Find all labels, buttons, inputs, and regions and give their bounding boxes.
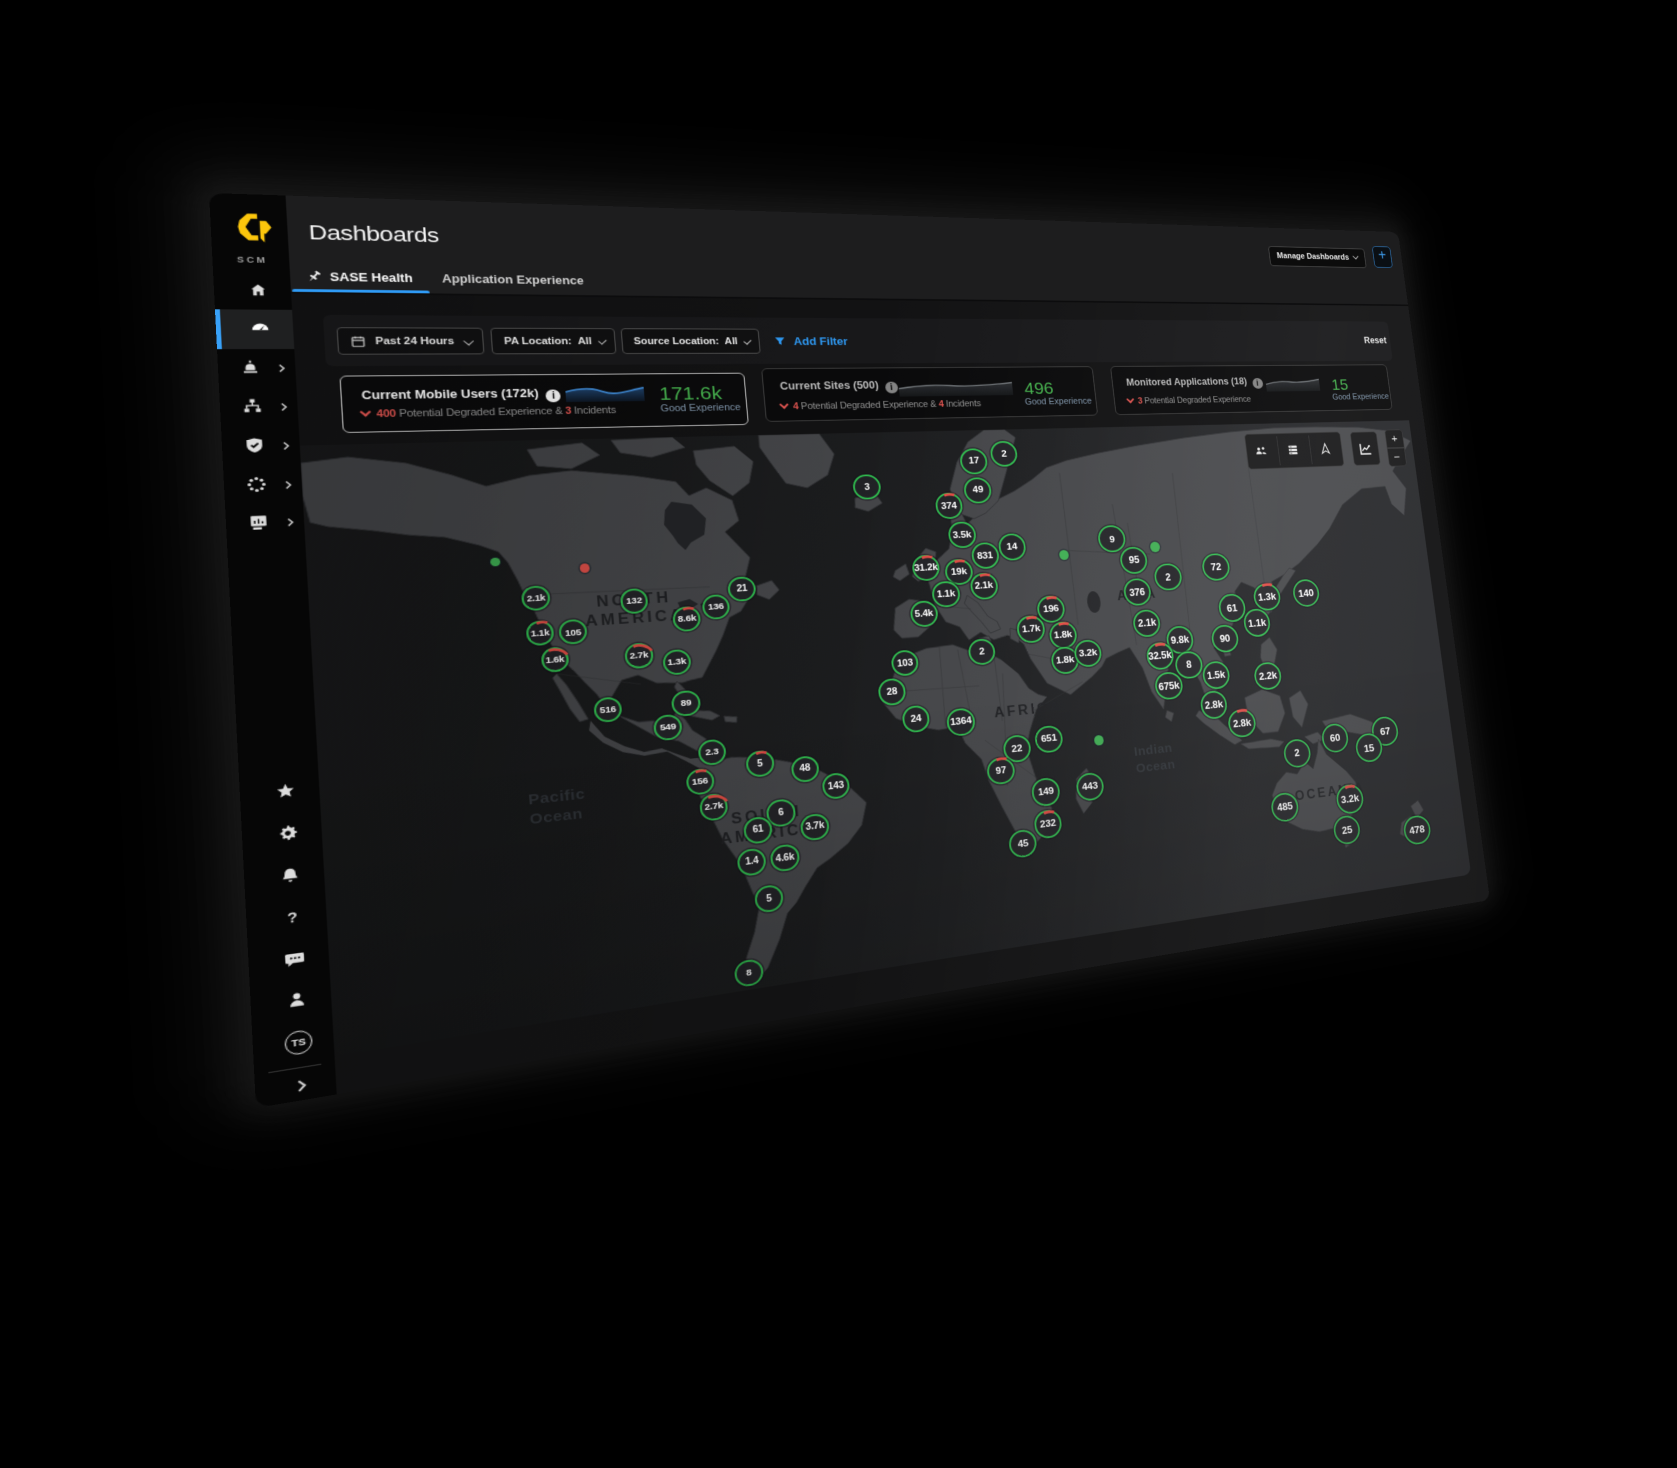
svg-text:?: ? [286,910,297,927]
